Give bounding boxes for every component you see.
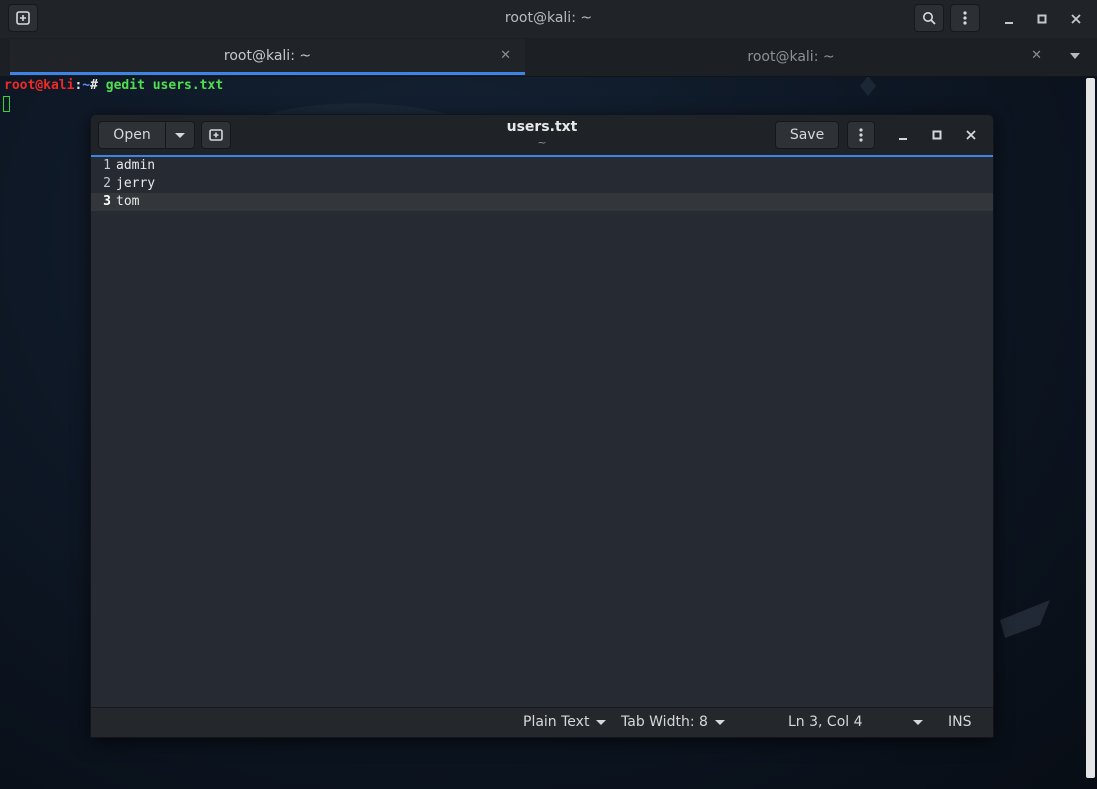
tab-label: root@kali: ~	[747, 49, 835, 65]
tab-width-selector[interactable]: Tab Width: 8	[621, 714, 725, 730]
prompt-path: ~	[82, 78, 91, 93]
prompt-command: gedit users.txt	[97, 78, 224, 93]
line-text[interactable]: admin	[116, 158, 155, 173]
language-selector[interactable]: Plain Text	[523, 714, 607, 730]
prompt-user-host: root@kali	[4, 78, 75, 93]
close-icon	[1071, 14, 1081, 24]
gedit-minimize-button[interactable]	[893, 125, 913, 145]
language-label: Plain Text	[523, 714, 590, 730]
gedit-menu-icon	[859, 128, 863, 142]
editor-line[interactable]: 2 jerry	[91, 175, 993, 193]
tab-width-label: Tab Width: 8	[621, 714, 708, 730]
maximize-icon	[1037, 14, 1047, 24]
gedit-statusbar: Plain Text Tab Width: 8 Ln 3, Col 4 INS	[91, 707, 993, 737]
insert-mode-label: INS	[948, 714, 972, 730]
cursor-position-selector[interactable]: Ln 3, Col 4	[788, 714, 923, 730]
search-icon	[923, 12, 936, 25]
prompt-line: root@kali:~# gedit users.txt	[4, 78, 223, 93]
terminal-scrollbar[interactable]	[1086, 78, 1095, 778]
text-editor-area[interactable]: 1 admin 2 jerry 3 tom	[91, 157, 993, 707]
maximize-button[interactable]	[1031, 8, 1053, 30]
chevron-down-icon	[912, 719, 923, 725]
minimize-button[interactable]	[998, 8, 1020, 30]
tab-terminal-1[interactable]: root@kali: ~ ✕	[10, 39, 525, 75]
line-number: 2	[103, 176, 111, 191]
tab-close-icon[interactable]: ✕	[500, 48, 511, 63]
gedit-maximize-button[interactable]	[927, 125, 947, 145]
save-button[interactable]: Save	[775, 121, 839, 149]
minimize-icon	[1005, 22, 1013, 24]
tabs-dropdown-icon[interactable]	[1070, 53, 1080, 59]
gedit-window: Open users.txt ~ Save 1 admin 2 jerry 3 …	[90, 114, 994, 738]
terminal-cursor	[3, 96, 10, 112]
insert-mode-indicator[interactable]: INS	[948, 714, 972, 730]
gedit-close-button[interactable]	[961, 125, 981, 145]
editor-line[interactable]: 1 admin	[91, 157, 993, 175]
line-number: 3	[103, 194, 111, 209]
gedit-headerbar: Open users.txt ~ Save	[91, 115, 993, 157]
tab-terminal-2[interactable]: root@kali: ~ ✕	[526, 39, 1056, 75]
close-icon	[966, 130, 976, 140]
maximize-icon	[932, 130, 942, 140]
terminal-titlebar: root@kali: ~	[0, 0, 1097, 39]
menu-button[interactable]	[950, 4, 980, 32]
chevron-down-icon	[714, 719, 725, 725]
terminal-tab-bar: root@kali: ~ ✕ root@kali: ~ ✕	[0, 38, 1097, 77]
close-button[interactable]	[1065, 8, 1087, 30]
editor-line-current[interactable]: 3 tom	[91, 193, 993, 211]
search-button[interactable]	[914, 4, 944, 32]
chevron-down-icon	[596, 719, 607, 725]
tab-label: root@kali: ~	[223, 47, 312, 64]
tab-close-icon[interactable]: ✕	[1031, 48, 1042, 63]
line-text[interactable]: jerry	[116, 176, 155, 191]
line-text[interactable]: tom	[116, 194, 139, 209]
line-number: 1	[103, 158, 111, 173]
prompt-symbol: #	[90, 78, 98, 93]
cursor-position-label: Ln 3, Col 4	[788, 714, 863, 730]
menu-icon	[963, 11, 967, 25]
minimize-icon	[899, 138, 907, 140]
gedit-menu-button[interactable]	[847, 121, 875, 149]
